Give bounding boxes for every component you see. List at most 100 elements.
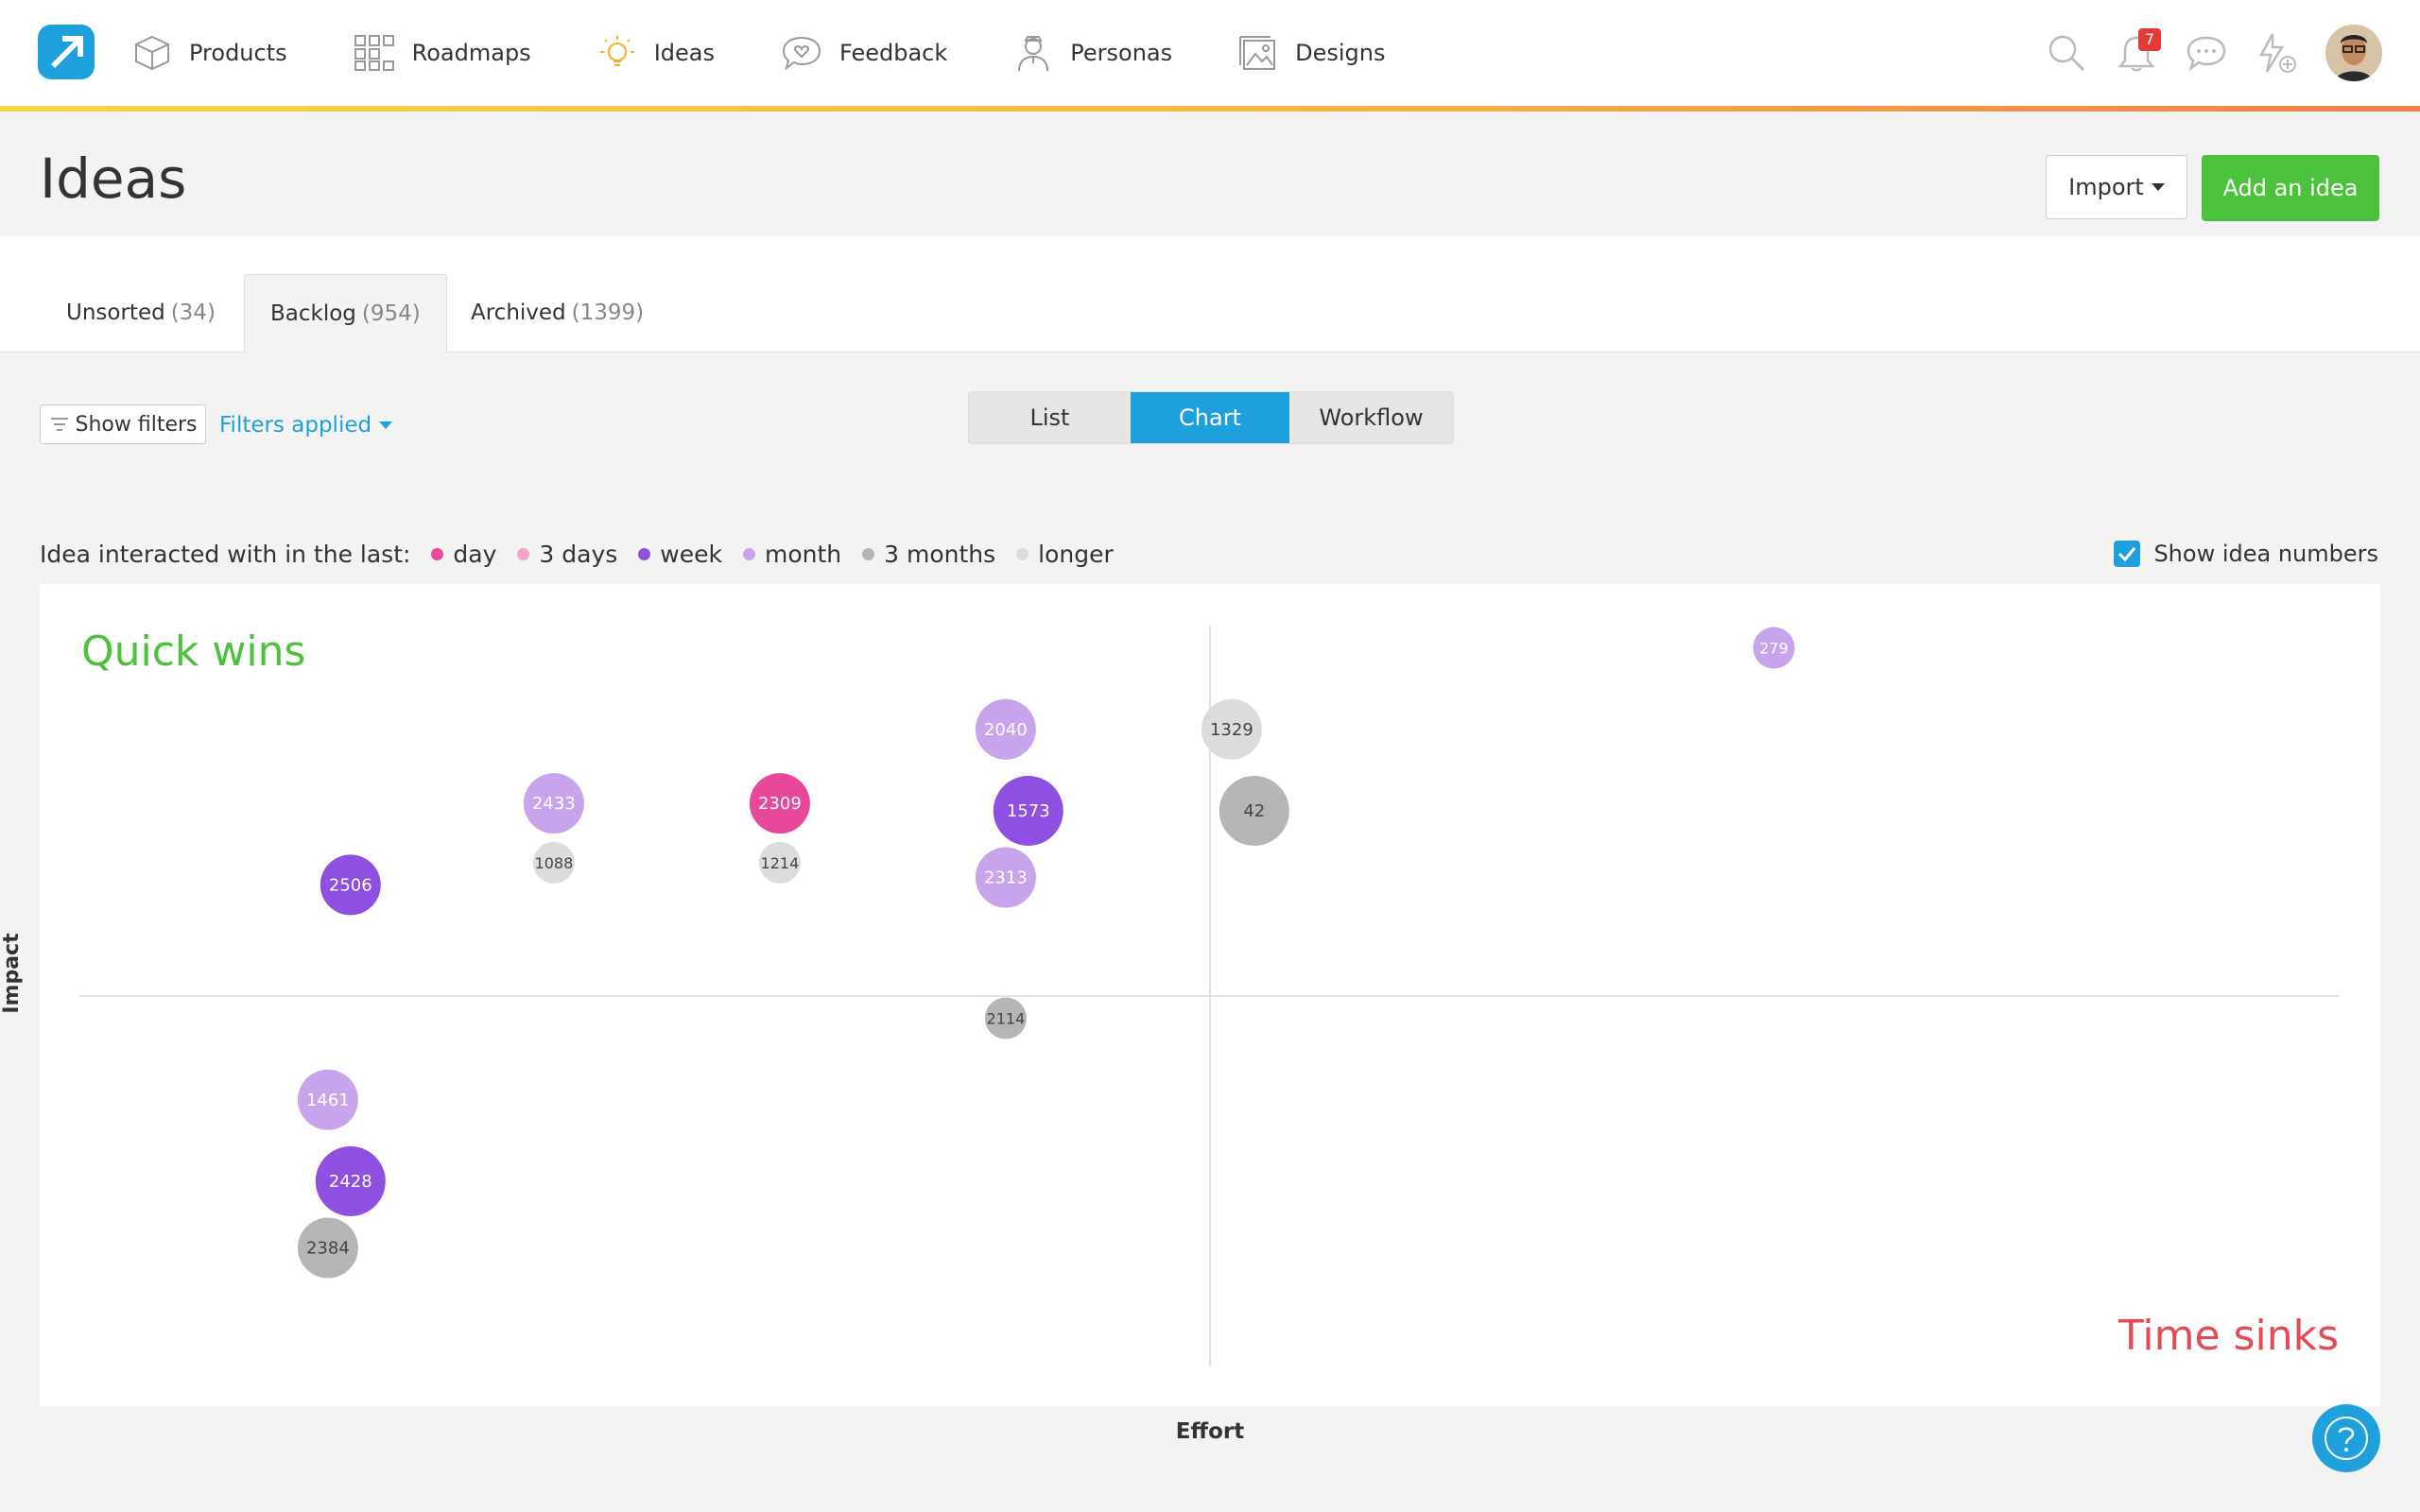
notification-badge: 7 — [2138, 28, 2161, 51]
legend-item-month: month — [742, 540, 842, 568]
nav-item-label: Designs — [1295, 40, 1386, 66]
caret-down-icon — [379, 421, 393, 429]
app-logo[interactable] — [38, 25, 95, 79]
idea-bubble-2309[interactable]: 2309 — [749, 773, 810, 834]
idea-number-label: 1461 — [306, 1091, 350, 1110]
idea-number-label: 279 — [1759, 640, 1789, 658]
legend-dot — [517, 547, 530, 560]
tab-label: Backlog — [270, 301, 356, 326]
idea-number-label: 1088 — [535, 854, 574, 872]
page-title: Ideas — [40, 146, 187, 211]
import-button-label: Import — [2068, 174, 2144, 200]
add-idea-button[interactable]: Add an idea — [2202, 155, 2379, 221]
import-button[interactable]: Import — [2046, 155, 2187, 219]
view-workflow-button[interactable]: Workflow — [1289, 392, 1453, 443]
idea-bubble-279[interactable]: 279 — [1753, 627, 1795, 669]
show-numbers-checkbox[interactable] — [2114, 541, 2141, 567]
chart-canvas: 279 2040 1329 2433 2309 1573 42 1088 1214 2313 250… — [79, 626, 2339, 1366]
speech-heart-icon — [782, 36, 821, 71]
tab-unsorted[interactable]: Unsorted (34) — [41, 274, 241, 352]
idea-number-label: 2313 — [984, 868, 1028, 888]
tab-backlog[interactable]: Backlog (954) — [244, 274, 447, 352]
idea-bubble-42[interactable]: 42 — [1219, 776, 1289, 846]
filters-applied-label: Filters applied — [219, 413, 372, 438]
legend-item-longer: longer — [1016, 541, 1114, 568]
idea-bubble-1088[interactable]: 1088 — [532, 841, 575, 884]
legend-dot — [431, 547, 444, 560]
legend-label: day — [453, 540, 497, 568]
idea-chart: 279 2040 1329 2433 2309 1573 42 1088 1214 2313 250… — [40, 584, 2380, 1406]
nav-item-feedback[interactable]: Feedback — [781, 34, 947, 72]
idea-number-label: 1573 — [1007, 801, 1050, 821]
effort-axis-label: Effort — [1175, 1419, 1245, 1444]
tab-count: (954) — [361, 301, 421, 326]
idea-bubble-1461[interactable]: 1461 — [297, 1069, 358, 1130]
idea-bubble-2428[interactable]: 2428 — [315, 1146, 386, 1216]
messages-button[interactable] — [2186, 32, 2227, 74]
help-button[interactable] — [2312, 1404, 2380, 1472]
filters-applied-dropdown[interactable]: Filters applied — [219, 406, 393, 444]
idea-bubble-2040[interactable]: 2040 — [975, 698, 1036, 760]
utility-icons: 7 — [2046, 0, 2420, 106]
tab-count: (1399) — [571, 301, 645, 325]
tab-label: Unsorted — [66, 301, 165, 325]
search-button[interactable] — [2046, 32, 2087, 74]
idea-number-label: 2309 — [758, 794, 802, 814]
view-chart-button[interactable]: Chart — [1131, 392, 1289, 443]
idea-bubble-2506[interactable]: 2506 — [320, 854, 381, 916]
idea-bubble-2384[interactable]: 2384 — [297, 1217, 358, 1279]
nav-item-products[interactable]: Products — [132, 33, 287, 73]
nav-item-label: Ideas — [653, 40, 715, 66]
nav-item-label: Personas — [1070, 40, 1173, 66]
idea-bubble-2114[interactable]: 2114 — [984, 997, 1027, 1040]
time-sinks-label: Time sinks — [2118, 1312, 2339, 1360]
interaction-legend: Idea interacted with in the last: day 3 … — [40, 535, 1114, 573]
box-icon — [135, 35, 169, 71]
idea-bubble-2313[interactable]: 2313 — [975, 847, 1036, 908]
idea-bubble-2433[interactable]: 2433 — [523, 773, 584, 834]
nav-item-roadmaps[interactable]: Roadmaps — [354, 34, 531, 72]
tab-bar: Unsorted (34) Backlog (954) Archived (1399) — [0, 236, 2420, 352]
notifications-button[interactable]: 7 — [2116, 28, 2161, 74]
tab-archived[interactable]: Archived (1399) — [445, 274, 669, 352]
idea-bubble-1573[interactable]: 1573 — [993, 776, 1063, 846]
impact-axis-label: Impact — [0, 933, 24, 1014]
legend-label: 3 days — [539, 540, 618, 568]
top-navigation-bar: Products Roadmaps Ideas Feedback Persona… — [0, 0, 2420, 106]
show-idea-numbers-toggle[interactable]: Show idea numbers — [2114, 535, 2378, 573]
lightbulb-icon — [599, 36, 634, 66]
main-nav: Products Roadmaps Ideas Feedback Persona… — [132, 0, 1452, 106]
tab-label: Archived — [471, 301, 566, 325]
grid-icon — [354, 35, 394, 71]
view-switcher: List Chart Workflow — [968, 391, 1454, 444]
legend-dot — [862, 547, 875, 560]
legend-dot — [742, 547, 755, 560]
lightning-plus-icon — [2258, 33, 2296, 73]
user-avatar[interactable] — [2325, 25, 2382, 81]
show-filters-button[interactable]: Show filters — [40, 404, 206, 444]
idea-bubble-1214[interactable]: 1214 — [758, 841, 801, 884]
checkmark-icon — [2118, 547, 2136, 562]
idea-number-label: 42 — [1243, 801, 1265, 821]
idea-number-label: 2506 — [329, 875, 372, 895]
idea-number-label: 2433 — [532, 794, 576, 814]
legend-item-3months: 3 months — [862, 541, 995, 568]
logo-arrow-icon — [51, 36, 83, 68]
person-icon — [1018, 36, 1049, 72]
nav-item-designs[interactable]: Designs — [1238, 33, 1386, 73]
nav-item-personas[interactable]: Personas — [1013, 33, 1172, 73]
legend-prefix: Idea interacted with in the last: — [40, 540, 411, 568]
idea-number-label: 2114 — [987, 1010, 1026, 1028]
legend-label: 3 months — [884, 540, 996, 568]
idea-number-label: 1214 — [761, 854, 800, 872]
topbar-accent-stripe — [0, 106, 2420, 112]
quick-add-button[interactable] — [2256, 32, 2297, 74]
view-list-button[interactable]: List — [969, 392, 1131, 443]
idea-number-label: 1329 — [1210, 720, 1253, 740]
legend-label: month — [764, 540, 842, 568]
quick-wins-label: Quick wins — [81, 627, 306, 676]
idea-bubble-1329[interactable]: 1329 — [1201, 698, 1262, 760]
nav-item-ideas[interactable]: Ideas — [597, 33, 715, 73]
question-icon — [2325, 1417, 2368, 1460]
idea-number-label: 2384 — [306, 1239, 350, 1259]
